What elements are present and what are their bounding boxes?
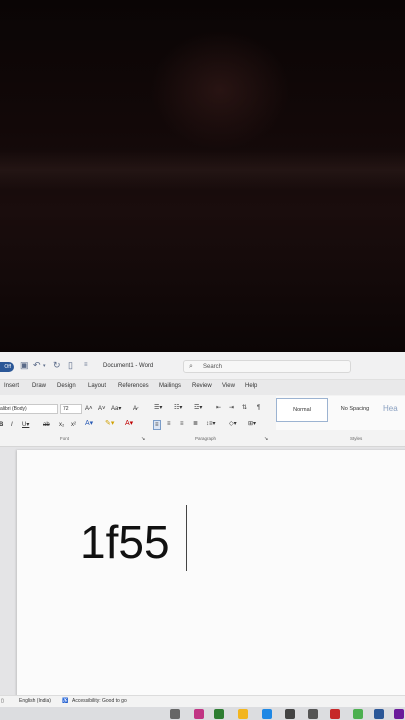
undo-dropdown-icon[interactable]: ▾ — [43, 363, 46, 369]
autosave-toggle[interactable]: Off — [0, 362, 14, 372]
tab-design[interactable]: Design — [57, 383, 76, 389]
font-color-icon[interactable]: A▾ — [125, 420, 133, 428]
status-bar: ▯ English (India) ♿ Accessibility: Good … — [0, 695, 405, 707]
paragraph-dialog-launcher-icon[interactable]: ↘ — [264, 435, 268, 443]
group-label-styles: Styles — [350, 436, 363, 441]
dark-band — [0, 150, 405, 190]
search-icon: ⌕ — [189, 363, 193, 370]
group-label-font: Font — [60, 436, 70, 441]
word-icon[interactable] — [374, 709, 384, 719]
language-status[interactable]: English (India) — [19, 698, 51, 704]
tab-insert[interactable]: Insert — [4, 383, 19, 389]
instagram-icon[interactable] — [194, 709, 204, 719]
ribbon: alibri (Body) 72 A˄ A˅ Aa▾ A̷ B I U▾ ab … — [0, 395, 405, 447]
save-icon[interactable]: ▣ — [20, 360, 29, 371]
align-left-icon[interactable]: ≡ — [153, 420, 161, 430]
justify-icon[interactable]: ≣ — [193, 420, 198, 428]
light-glow — [150, 30, 290, 150]
line-spacing-icon[interactable]: ↕≡▾ — [206, 420, 216, 428]
bold-icon[interactable]: B — [0, 421, 3, 429]
increase-indent-icon[interactable]: ⇥ — [229, 404, 234, 412]
shrink-font-icon[interactable]: A˅ — [98, 405, 106, 413]
style-no-spacing[interactable]: No Spacing — [331, 398, 379, 422]
group-label-paragraph: Paragraph — [195, 436, 217, 441]
edge-icon[interactable] — [262, 709, 272, 719]
show-formatting-icon[interactable]: ¶ — [257, 404, 260, 412]
shading-icon[interactable]: ◇▾ — [229, 420, 237, 428]
document-page[interactable]: 1f55 — [17, 450, 405, 700]
text-cursor — [186, 505, 187, 571]
style-normal[interactable]: Normal — [276, 398, 328, 422]
tab-draw[interactable]: Draw — [32, 383, 46, 389]
mcafee-icon[interactable] — [330, 709, 340, 719]
style-heading[interactable]: Hea — [383, 398, 405, 422]
document-title: Document1 - Word — [103, 363, 154, 369]
chrome-icon[interactable] — [353, 709, 363, 719]
spelling-icon[interactable]: ▯ — [1, 698, 4, 704]
multilevel-list-icon[interactable]: ☲▾ — [194, 404, 202, 412]
ribbon-tabs: Insert Draw Design Layout References Mai… — [0, 380, 405, 395]
tab-review[interactable]: Review — [192, 383, 212, 389]
font-size-select[interactable]: 72 — [60, 404, 82, 414]
taskbar-app-icon-2[interactable] — [308, 709, 318, 719]
xbox-icon[interactable] — [214, 709, 224, 719]
taskbar — [0, 707, 405, 720]
taskbar-app-icon[interactable] — [170, 709, 180, 719]
document-area: 1f55 — [0, 447, 405, 700]
align-right-icon[interactable]: ≡ — [180, 420, 184, 428]
underline-icon[interactable]: U▾ — [22, 421, 29, 429]
tab-mailings[interactable]: Mailings — [159, 383, 181, 389]
taskbar-app-icon-3[interactable] — [394, 709, 404, 719]
text-effects-icon[interactable]: A▾ — [85, 420, 93, 428]
sort-icon[interactable]: ⇅ — [242, 404, 247, 412]
clear-formatting-icon[interactable]: A̷ — [133, 405, 137, 413]
decrease-indent-icon[interactable]: ⇤ — [216, 404, 221, 412]
numbering-icon[interactable]: ☷▾ — [174, 404, 182, 412]
align-center-icon[interactable]: ≡ — [167, 420, 171, 428]
search-box[interactable]: ⌕ Search — [183, 360, 351, 373]
tab-view[interactable]: View — [222, 383, 235, 389]
highlight-icon[interactable]: ✎▾ — [105, 420, 114, 428]
accessibility-status[interactable]: Accessibility: Good to go — [72, 698, 127, 704]
new-document-icon[interactable]: ▯ — [68, 360, 73, 371]
italic-icon[interactable]: I — [11, 421, 13, 429]
strikethrough-icon[interactable]: ab — [43, 421, 50, 429]
grow-font-icon[interactable]: A˄ — [85, 405, 93, 413]
font-dialog-launcher-icon[interactable]: ↘ — [141, 435, 145, 443]
tab-help[interactable]: Help — [245, 383, 257, 389]
title-bar: Off ▣ ↶ ▾ ↻ ▯ ≡ Document1 - Word ⌕ Searc… — [0, 352, 405, 380]
customize-toolbar-icon[interactable]: ≡ — [84, 362, 88, 368]
superscript-icon[interactable]: x² — [71, 421, 76, 429]
document-text[interactable]: 1f55 — [80, 515, 170, 569]
tab-layout[interactable]: Layout — [88, 383, 106, 389]
dark-background — [0, 0, 405, 352]
bullets-icon[interactable]: ☰▾ — [154, 404, 162, 412]
accessibility-icon: ♿ — [62, 698, 69, 704]
search-input[interactable]: Search — [203, 364, 222, 370]
store-icon[interactable] — [285, 709, 295, 719]
tab-references[interactable]: References — [118, 383, 149, 389]
undo-icon[interactable]: ↶ — [33, 360, 41, 371]
font-name-select[interactable]: alibri (Body) — [0, 404, 58, 414]
redo-icon[interactable]: ↻ — [53, 360, 61, 371]
word-window: Off ▣ ↶ ▾ ↻ ▯ ≡ Document1 - Word ⌕ Searc… — [0, 352, 405, 720]
subscript-icon[interactable]: x₂ — [59, 421, 64, 429]
change-case-icon[interactable]: Aa▾ — [111, 405, 121, 413]
borders-icon[interactable]: ⊞▾ — [248, 420, 256, 428]
file-explorer-icon[interactable] — [238, 709, 248, 719]
